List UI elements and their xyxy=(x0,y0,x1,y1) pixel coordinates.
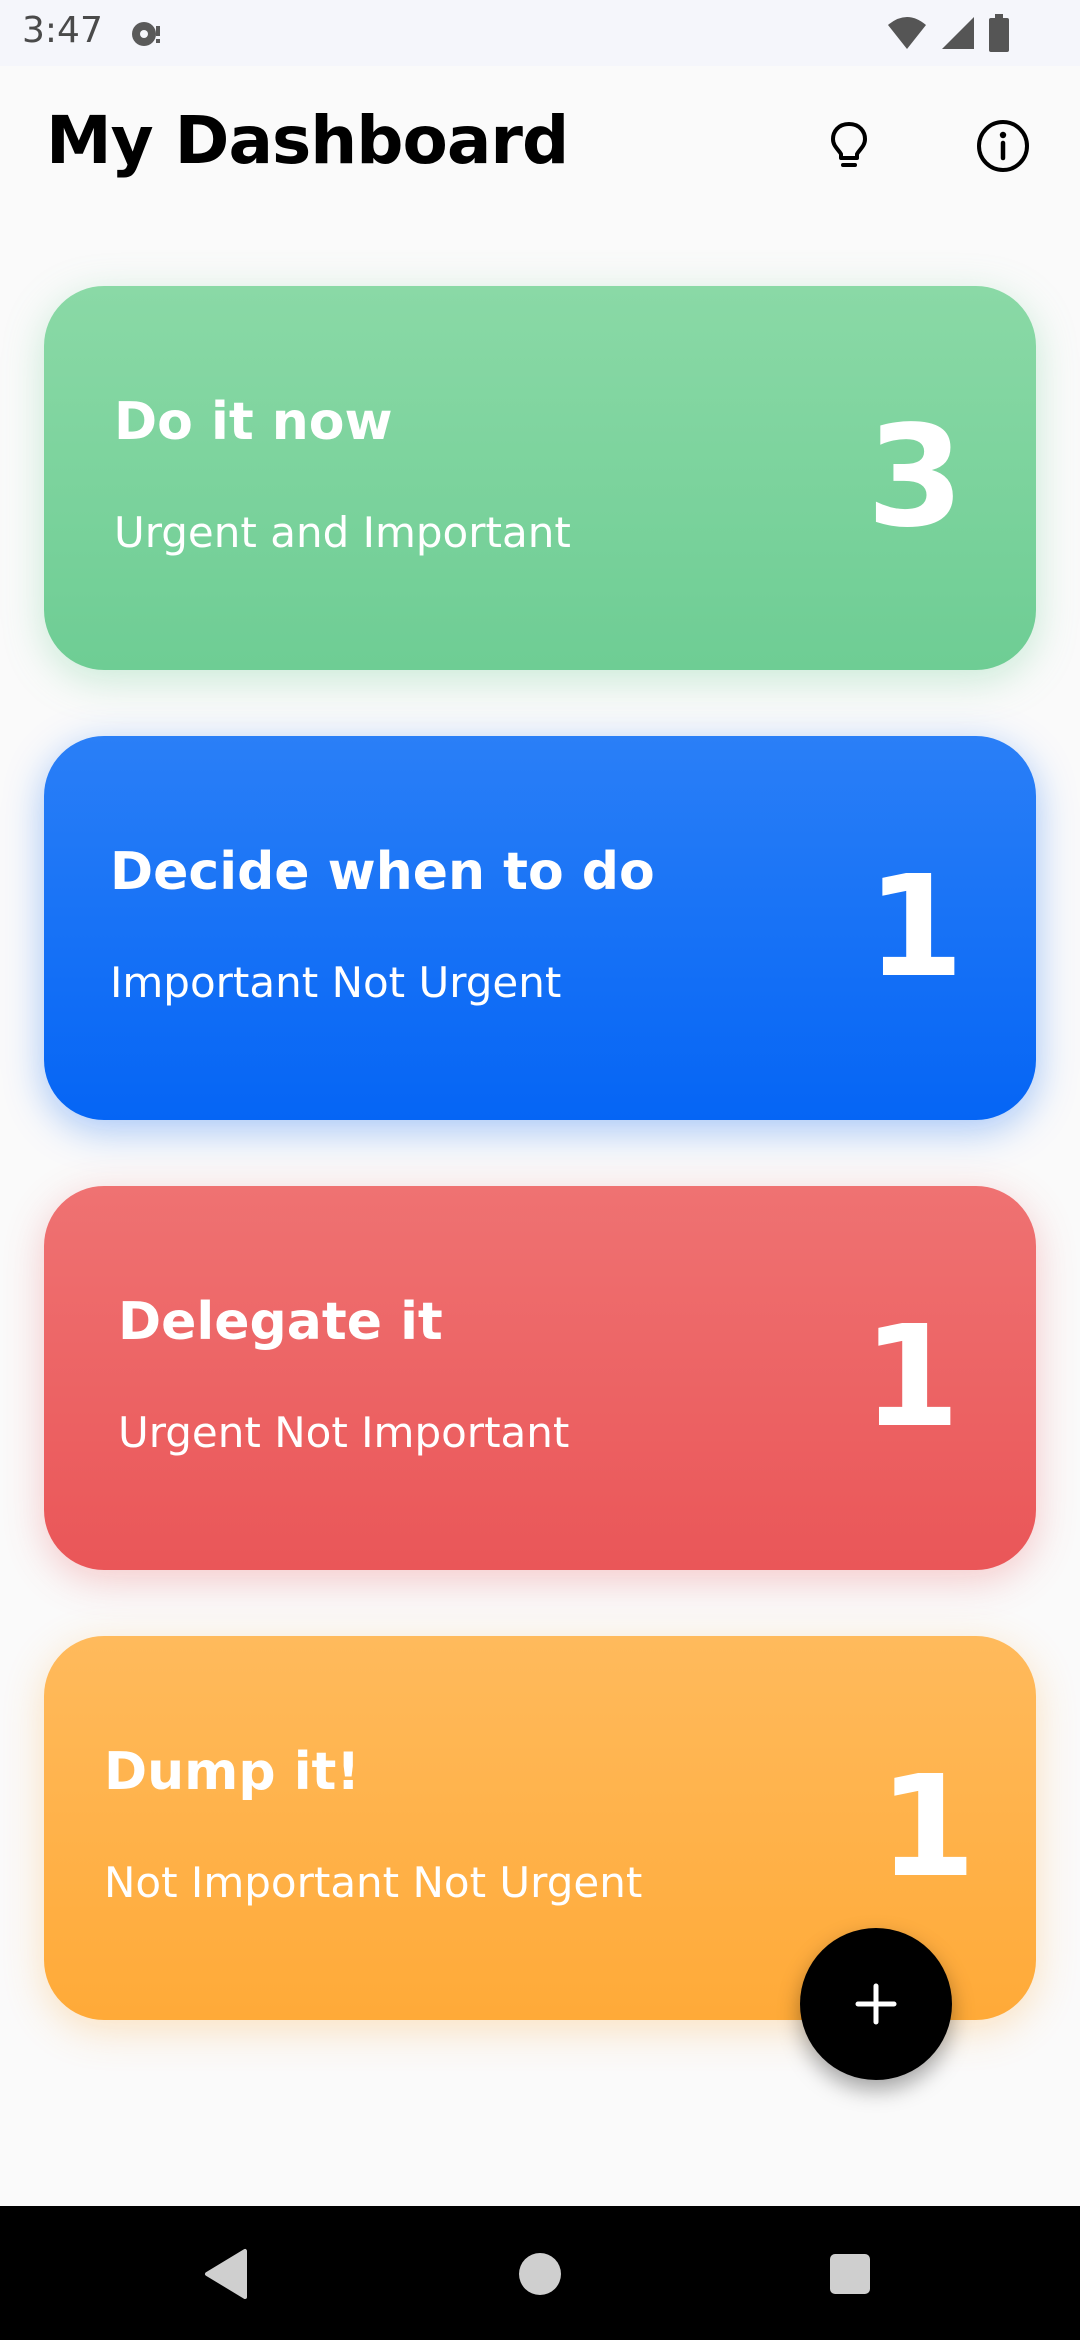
card-title: Do it now xyxy=(114,392,393,452)
recents-square-icon xyxy=(830,2254,870,2294)
back-triangle-icon xyxy=(205,2249,247,2299)
quadrant-card-delegate[interactable]: Delegate it Urgent Not Important 1 xyxy=(44,1186,1036,1570)
page-title: My Dashboard xyxy=(46,102,569,179)
app-header: My Dashboard xyxy=(0,66,1080,236)
notification-icon xyxy=(128,16,164,52)
battery-icon xyxy=(988,14,1010,56)
wifi-icon xyxy=(886,15,928,55)
back-button[interactable] xyxy=(194,2242,258,2306)
signal-icon xyxy=(940,15,976,55)
quadrant-card-decide[interactable]: Decide when to do Important Not Urgent 1 xyxy=(44,736,1036,1120)
quadrant-card-do-it-now[interactable]: Do it now Urgent and Important 3 xyxy=(44,286,1036,670)
card-title: Delegate it xyxy=(118,1292,443,1352)
card-title: Decide when to do xyxy=(110,842,655,902)
add-task-button[interactable] xyxy=(800,1928,952,2080)
status-time: 3:47 xyxy=(22,10,103,51)
lightbulb-button[interactable] xyxy=(813,110,885,182)
card-subtitle: Not Important Not Urgent xyxy=(104,1858,643,1907)
info-icon xyxy=(977,120,1029,172)
plus-icon xyxy=(855,1983,897,2025)
card-count: 1 xyxy=(862,1296,960,1459)
home-circle-icon xyxy=(519,2253,561,2295)
card-subtitle: Urgent Not Important xyxy=(118,1408,570,1457)
home-button[interactable] xyxy=(508,2242,572,2306)
status-icons xyxy=(886,14,1010,56)
info-button[interactable] xyxy=(967,110,1039,182)
lightbulb-icon xyxy=(831,122,867,167)
card-count: 1 xyxy=(866,846,964,1009)
status-bar: 3:47 xyxy=(0,0,1080,66)
system-navigation-bar xyxy=(0,2206,1080,2340)
recents-button[interactable] xyxy=(818,2242,882,2306)
card-subtitle: Urgent and Important xyxy=(114,508,571,557)
card-subtitle: Important Not Urgent xyxy=(110,958,562,1007)
card-count: 3 xyxy=(866,396,964,559)
card-count: 1 xyxy=(878,1746,976,1909)
card-title: Dump it! xyxy=(104,1742,361,1802)
